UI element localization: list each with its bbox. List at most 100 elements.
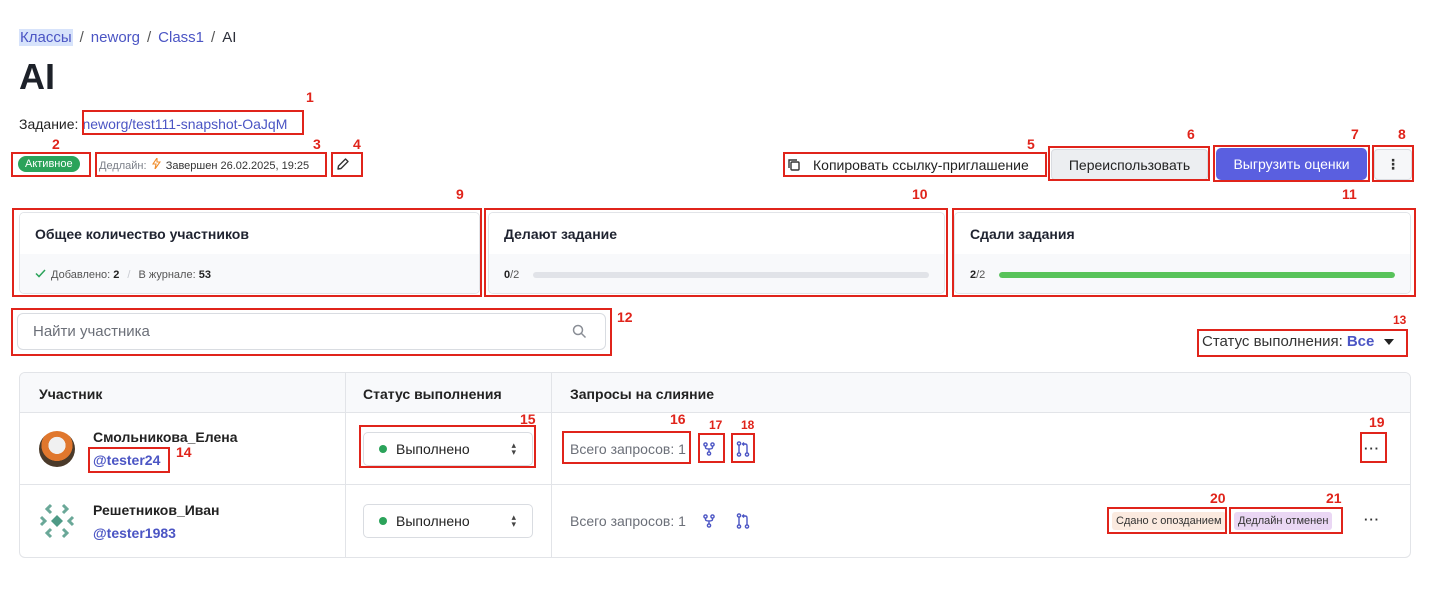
- annotation-number: 2: [52, 136, 60, 152]
- stat-card-doing: Делают задание 0/2: [488, 212, 945, 294]
- assignment-line: Задание: neworg/test111-snapshot-OaJqM: [19, 116, 287, 132]
- annotation-number: 11: [1342, 186, 1357, 202]
- status-badge: Активное: [18, 156, 80, 172]
- table-row: Решетников_Иван @tester1983 Выполнено ▴ ▾…: [20, 485, 1410, 557]
- annotation-number: 19: [1369, 414, 1385, 430]
- stat-card-title: Делают задание: [489, 213, 944, 254]
- total-requests: Всего запросов: 1: [570, 513, 686, 529]
- breadcrumb-separator: /: [79, 29, 84, 46]
- edit-deadline-button[interactable]: [336, 157, 352, 173]
- column-status: Статус выполнения: [346, 373, 552, 412]
- pull-request-icon[interactable]: [732, 438, 754, 460]
- stat-card-title: Сдали задания: [955, 213, 1410, 254]
- annotation-number: 3: [313, 136, 321, 152]
- annotation-number: 7: [1351, 126, 1359, 142]
- annotation-number: 5: [1027, 136, 1035, 152]
- annotation-number: 17: [709, 418, 723, 432]
- copy-invite-link-button[interactable]: Копировать ссылку-приглашение: [787, 154, 1029, 176]
- search-icon: [572, 324, 587, 344]
- annotation-number: 8: [1398, 126, 1406, 142]
- participant-handle-link[interactable]: @tester24: [93, 452, 238, 468]
- stat-card-body: Добавлено: 2 / В журнале: 53: [20, 254, 479, 293]
- submitted-progress-bar: [999, 271, 1395, 278]
- deadline-cancelled-badge: Дедлайн отменен: [1234, 512, 1333, 530]
- stat-card-submitted: Сдали задания 2/2: [954, 212, 1411, 294]
- assignment-repo-link[interactable]: neworg/test111-snapshot-OaJqM: [82, 116, 287, 132]
- added-label: Добавлено:: [51, 268, 111, 281]
- journal-count: 53: [198, 268, 211, 281]
- deadline-info: Дедлайн: Завершен 26.02.2025, 19:25: [99, 156, 310, 172]
- stat-card-total: Общее количество участников Добавлено: 2…: [19, 212, 480, 294]
- copy-invite-link-label: Копировать ссылку-приглашение: [813, 157, 1029, 173]
- annotation-number: 13: [1393, 313, 1407, 327]
- reuse-button[interactable]: Переиспользовать: [1051, 149, 1208, 180]
- page-title: AI: [19, 56, 55, 97]
- stat-divider: /: [127, 268, 131, 281]
- column-participant: Участник: [20, 373, 346, 412]
- submitted-progress-fill: [999, 271, 1395, 278]
- row-more-button[interactable]: ···: [1364, 441, 1380, 456]
- pull-request-icon[interactable]: [732, 510, 754, 532]
- check-icon: [35, 268, 46, 281]
- column-merge-requests: Запросы на слияние: [570, 386, 714, 402]
- annotation-number: 20: [1210, 490, 1226, 506]
- annotation-number: 21: [1326, 490, 1342, 506]
- stat-card-title: Общее количество участников: [20, 213, 479, 254]
- annotation-number: 18: [741, 418, 755, 432]
- copy-icon: [788, 159, 800, 171]
- doing-total: /2: [510, 268, 520, 281]
- participant-cell: Решетников_Иван @tester1983: [20, 485, 346, 557]
- breadcrumb-separator: /: [211, 29, 216, 46]
- deadline-label: Дедлайн:: [99, 160, 147, 172]
- late-submission-badge: Сдано с опозданием: [1112, 512, 1226, 530]
- deadline-value: Завершен 26.02.2025, 19:25: [165, 160, 310, 172]
- status-cell: Выполнено ▴ ▾: [346, 485, 552, 557]
- annotation-number: 6: [1187, 126, 1195, 142]
- journal-label: В журнале:: [138, 268, 196, 281]
- status-select[interactable]: Выполнено ▴ ▾: [363, 431, 533, 466]
- search-input[interactable]: [18, 314, 538, 349]
- doing-progress-bar: [533, 271, 929, 278]
- breadcrumb-current: AI: [222, 29, 237, 46]
- status-filter-dropdown[interactable]: Статус выполнения: Все: [1202, 333, 1394, 350]
- avatar: [39, 430, 75, 467]
- annotation-number: 14: [176, 444, 192, 460]
- participants-table: Участник Статус выполнения Запросы на сл…: [19, 372, 1411, 558]
- annotation-number: 16: [670, 411, 686, 427]
- status-dot-icon: [379, 517, 387, 525]
- fork-icon[interactable]: [698, 510, 720, 532]
- assignment-label: Задание:: [19, 116, 79, 132]
- fork-icon[interactable]: [698, 438, 720, 460]
- annotation-number: 12: [617, 309, 633, 325]
- export-grades-button[interactable]: Выгрузить оценки: [1216, 148, 1367, 180]
- status-filter-value: Все: [1346, 333, 1375, 350]
- select-chevron-icon: ▴ ▾: [511, 512, 516, 529]
- annotation-number: 15: [520, 411, 536, 427]
- more-actions-button[interactable]: ⋮: [1374, 149, 1412, 180]
- total-requests: Всего запросов: 1: [570, 440, 686, 457]
- breadcrumb-org-link[interactable]: neworg: [91, 29, 140, 46]
- table-header: Участник Статус выполнения Запросы на сл…: [20, 373, 1410, 413]
- row-more-button[interactable]: ···: [1364, 512, 1380, 527]
- lightning-icon: [151, 156, 164, 172]
- stat-card-body: 0/2: [489, 254, 944, 293]
- participant-name: Смольникова_Елена: [93, 429, 238, 445]
- status-filter-label: Статус выполнения:: [1202, 333, 1343, 350]
- status-value: Выполнено: [396, 513, 470, 529]
- caret-down-icon: [1383, 333, 1394, 350]
- avatar: [39, 503, 75, 539]
- breadcrumb-classes-link[interactable]: Классы: [19, 29, 73, 46]
- status-dot-icon: [379, 444, 387, 453]
- added-count: 2: [113, 268, 120, 281]
- stat-card-body: 2/2: [955, 254, 1410, 293]
- annotation-number: 9: [456, 186, 464, 202]
- breadcrumb-class-link[interactable]: Class1: [158, 29, 204, 46]
- status-select[interactable]: Выполнено ▴ ▾: [363, 504, 533, 538]
- participant-name: Решетников_Иван: [93, 501, 220, 518]
- search-box: [17, 313, 606, 350]
- annotation-number: 1: [306, 89, 314, 105]
- submitted-total: /2: [976, 268, 986, 281]
- participant-handle-link[interactable]: @tester1983: [93, 525, 219, 541]
- breadcrumb-separator: /: [147, 29, 152, 46]
- pencil-icon: [337, 158, 349, 170]
